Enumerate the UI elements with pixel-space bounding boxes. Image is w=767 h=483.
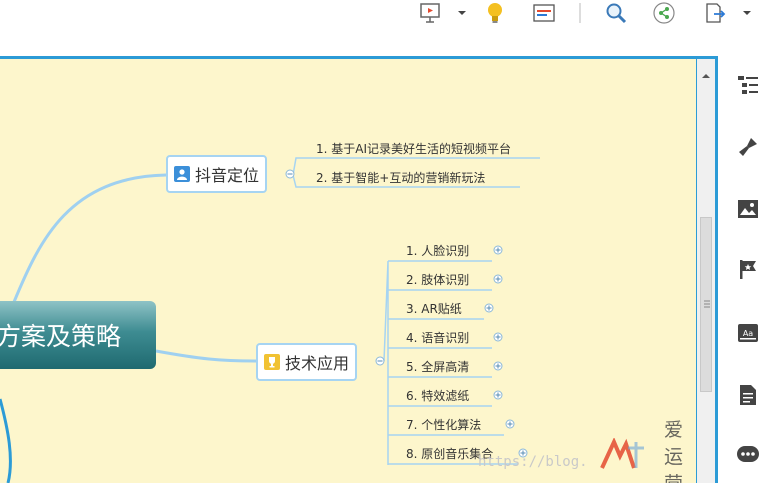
scrollbar-thumb[interactable] [700, 217, 712, 392]
expand-toggle-icon[interactable] [493, 332, 503, 342]
subtopic-b2-7[interactable]: 7. 个性化算法 [406, 415, 481, 433]
subtopic-b1-2[interactable]: 2. 基于智能+互动的营销新玩法 [316, 168, 485, 186]
topic-label: 抖音定位 [195, 166, 260, 185]
idea-bulb-icon[interactable] [482, 0, 508, 26]
collapse-toggle-icon[interactable] [285, 169, 295, 179]
watermark-logo-icon [600, 438, 644, 469]
top-toolbar [0, 0, 767, 56]
branch-links [0, 157, 540, 483]
subtopic-b2-4[interactable]: 4. 语音识别 [406, 328, 469, 346]
canvas-frame: 方案及策略 抖音定位 1. 基于AI记录美好生活的短视频平台 2. 基于智能+互… [0, 56, 718, 483]
user-icon [174, 166, 190, 182]
expand-toggle-icon[interactable] [505, 419, 515, 429]
watermark-logo [598, 437, 646, 473]
topic-tech-application[interactable]: 技术应用 [256, 343, 358, 381]
mindmap-canvas[interactable]: 方案及策略 抖音定位 1. 基于AI记录美好生活的短视频平台 2. 基于智能+互… [0, 59, 696, 483]
topic-douyin-positioning[interactable]: 抖音定位 [166, 155, 268, 193]
root-topic-label: 方案及策略 [0, 322, 122, 351]
watermark-brand: 爱运营 [664, 418, 684, 483]
presentation-icon[interactable] [417, 0, 443, 26]
subtopic-b2-6[interactable]: 6. 特效滤纸 [406, 386, 469, 404]
expand-toggle-icon[interactable] [493, 274, 503, 284]
vertical-scrollbar[interactable] [697, 59, 715, 483]
subtopic-b2-2[interactable]: 2. 肢体识别 [406, 270, 469, 288]
outline-icon[interactable] [735, 72, 761, 98]
root-topic[interactable]: 方案及策略 [0, 301, 156, 369]
svg-text:Aa: Aa [743, 329, 753, 338]
search-icon[interactable] [603, 0, 629, 26]
presentation-dropdown-arrow-icon[interactable] [455, 0, 469, 26]
subtopic-b1-1[interactable]: 1. 基于AI记录美好生活的短视频平台 [316, 139, 511, 157]
trophy-icon [264, 354, 280, 370]
export-dropdown-arrow-icon[interactable] [740, 0, 754, 26]
export-icon[interactable] [702, 0, 728, 26]
expand-toggle-icon[interactable] [493, 245, 503, 255]
subtopic-b2-1[interactable]: 1. 人脸识别 [406, 241, 469, 259]
more-icon[interactable] [735, 441, 761, 467]
format-brush-icon[interactable] [735, 134, 761, 160]
subtopic-b2-5[interactable]: 5. 全屏高清 [406, 357, 469, 375]
expand-toggle-icon[interactable] [484, 303, 494, 313]
image-icon[interactable] [735, 196, 761, 222]
outline-view-icon[interactable] [531, 0, 557, 26]
expand-toggle-icon[interactable] [493, 390, 503, 400]
toolbar-divider [578, 0, 582, 26]
notes-icon[interactable] [735, 382, 761, 408]
expand-toggle-icon[interactable] [493, 361, 503, 371]
flag-icon[interactable] [735, 256, 761, 282]
share-icon[interactable] [651, 0, 677, 26]
subtopic-b2-3[interactable]: 3. AR贴纸 [406, 299, 462, 317]
text-style-icon[interactable]: Aa [735, 320, 761, 346]
scroll-up-arrow-icon[interactable] [702, 64, 710, 83]
watermark-url: https://blog. [478, 454, 588, 470]
topic-label: 技术应用 [285, 354, 350, 373]
collapse-toggle-icon[interactable] [375, 356, 385, 366]
right-sidebar: Aa [718, 56, 767, 483]
